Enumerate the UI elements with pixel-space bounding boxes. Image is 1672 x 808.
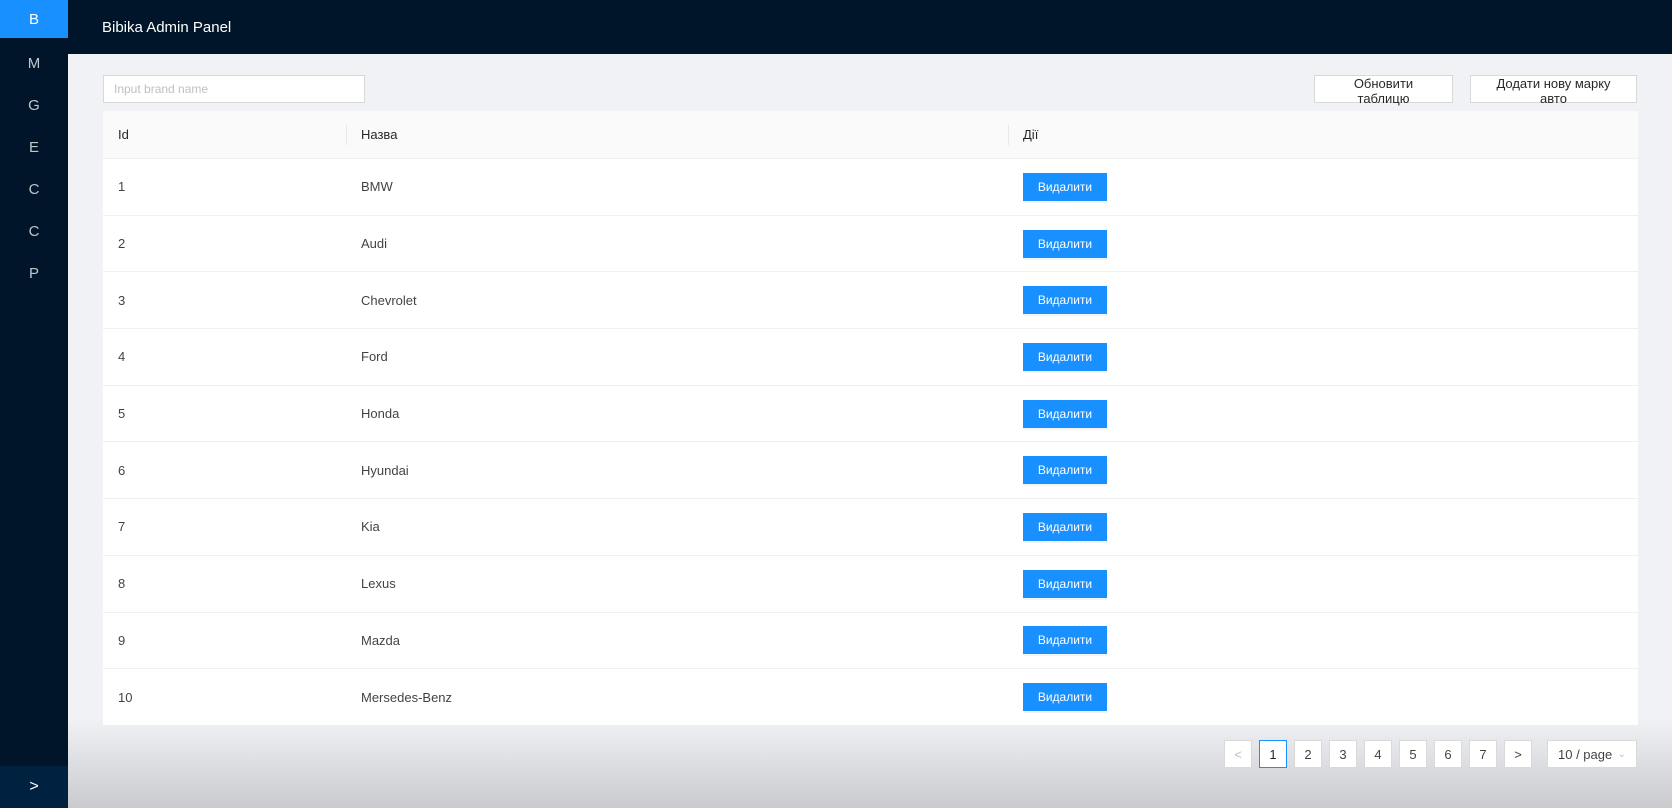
cell-actions: Видалити bbox=[1008, 512, 1638, 541]
sidebar-item-m[interactable]: M bbox=[0, 42, 68, 84]
cell-id: 4 bbox=[118, 349, 126, 365]
sidebar: B M G E C C P > bbox=[0, 0, 68, 808]
cell-id: 10 bbox=[118, 689, 133, 705]
cell-actions: Видалити bbox=[1008, 626, 1638, 655]
delete-button[interactable]: Видалити bbox=[1023, 456, 1107, 485]
delete-button[interactable]: Видалити bbox=[1023, 342, 1107, 371]
sidebar-item-e[interactable]: E bbox=[0, 126, 68, 168]
sidebar-item-c1[interactable]: C bbox=[0, 168, 68, 210]
page-3[interactable]: 3 bbox=[1329, 740, 1357, 768]
delete-button[interactable]: Видалити bbox=[1023, 229, 1107, 258]
cell-id: 2 bbox=[118, 236, 126, 252]
column-header-actions: Дії bbox=[1008, 111, 1638, 158]
cell-actions: Видалити bbox=[1008, 399, 1638, 428]
chevron-down-icon: ⌄ bbox=[1617, 748, 1626, 760]
add-brand-button[interactable]: Додати нову марку авто bbox=[1470, 75, 1637, 106]
cell-name: Hyundai bbox=[361, 462, 409, 478]
sidebar-item-g[interactable]: G bbox=[0, 84, 68, 126]
cell-name: Mazda bbox=[361, 632, 401, 648]
cell-actions: Видалити bbox=[1008, 286, 1638, 315]
sidebar-item-c2[interactable]: C bbox=[0, 210, 68, 252]
table-row: 3 Chevrolet Видалити bbox=[103, 272, 1638, 330]
cell-name: Lexus bbox=[361, 576, 396, 592]
cell-id: 1 bbox=[118, 179, 126, 195]
delete-button[interactable]: Видалити bbox=[1023, 399, 1107, 428]
page-title: Bibika Admin Panel bbox=[102, 18, 232, 36]
cell-id: 8 bbox=[118, 576, 126, 592]
table-row: 7 Kia Видалити bbox=[103, 499, 1638, 556]
delete-button[interactable]: Видалити bbox=[1023, 172, 1107, 201]
table-row: 9 Mazda Видалити bbox=[103, 613, 1638, 670]
page-1[interactable]: 1 bbox=[1259, 740, 1287, 768]
cell-name: Ford bbox=[361, 349, 388, 365]
cell-id: 6 bbox=[118, 462, 126, 478]
app-root: B M G E C C P > Bibika Admin Panel Обнов… bbox=[0, 0, 1672, 808]
cell-actions: Видалити bbox=[1008, 342, 1638, 371]
cell-id: 5 bbox=[118, 406, 126, 422]
table-row: 5 Honda Видалити bbox=[103, 386, 1638, 443]
main-content: Обновити таблицю Додати нову марку авто … bbox=[68, 54, 1672, 808]
cell-actions: Видалити bbox=[1008, 456, 1638, 485]
table-header: Id Назва Дії bbox=[103, 111, 1638, 159]
delete-button[interactable]: Видалити bbox=[1023, 512, 1107, 541]
cell-actions: Видалити bbox=[1008, 172, 1638, 201]
table-row: 4 Ford Видалити bbox=[103, 329, 1638, 386]
next-page-icon[interactable]: > bbox=[1504, 740, 1532, 768]
cell-id: 3 bbox=[118, 292, 126, 308]
cell-name: Chevrolet bbox=[361, 292, 417, 308]
brands-table: Id Назва Дії 1 BMW Видалити 2 Audi Видал… bbox=[103, 111, 1638, 726]
prev-page-icon[interactable]: < bbox=[1224, 740, 1252, 768]
cell-name: BMW bbox=[361, 179, 393, 195]
cell-name: Honda bbox=[361, 406, 400, 422]
sidebar-item-b[interactable]: B bbox=[0, 0, 68, 38]
delete-button[interactable]: Видалити bbox=[1023, 683, 1107, 712]
toolbar: Обновити таблицю Додати нову марку авто bbox=[103, 75, 1637, 106]
cell-actions: Видалити bbox=[1008, 683, 1638, 712]
delete-button[interactable]: Видалити bbox=[1023, 626, 1107, 655]
brand-search-input[interactable] bbox=[103, 75, 365, 103]
column-header-name: Назва bbox=[346, 111, 1008, 158]
pagination: < 1 2 3 4 5 6 7 > 10 / page ⌄ bbox=[1224, 740, 1637, 768]
table-row: 2 Audi Видалити bbox=[103, 216, 1638, 273]
page-6[interactable]: 6 bbox=[1434, 740, 1462, 768]
refresh-table-button[interactable]: Обновити таблицю bbox=[1314, 75, 1453, 106]
cell-name: Audi bbox=[361, 236, 388, 252]
page-2[interactable]: 2 bbox=[1294, 740, 1322, 768]
table-row: 10 Mersedes-Benz Видалити bbox=[103, 669, 1638, 726]
cell-name: Kia bbox=[361, 519, 380, 535]
delete-button[interactable]: Видалити bbox=[1023, 569, 1107, 598]
cell-actions: Видалити bbox=[1008, 229, 1638, 258]
table-row: 8 Lexus Видалити bbox=[103, 556, 1638, 613]
table-row: 6 Hyundai Видалити bbox=[103, 442, 1638, 500]
column-header-id: Id bbox=[118, 127, 129, 142]
header: Bibika Admin Panel bbox=[68, 0, 1672, 54]
page-size-value: 10 / page bbox=[1558, 746, 1613, 762]
cell-name: Mersedes-Benz bbox=[361, 689, 453, 705]
page-7[interactable]: 7 bbox=[1469, 740, 1497, 768]
sidebar-item-p[interactable]: P bbox=[0, 252, 68, 294]
page-size-select[interactable]: 10 / page ⌄ bbox=[1547, 740, 1637, 768]
cell-id: 7 bbox=[118, 519, 126, 535]
page-5[interactable]: 5 bbox=[1399, 740, 1427, 768]
page-4[interactable]: 4 bbox=[1364, 740, 1392, 768]
table-row: 1 BMW Видалити bbox=[103, 159, 1638, 216]
cell-actions: Видалити bbox=[1008, 569, 1638, 598]
delete-button[interactable]: Видалити bbox=[1023, 286, 1107, 315]
cell-id: 9 bbox=[118, 632, 126, 648]
sidebar-expand-icon[interactable]: > bbox=[0, 766, 68, 808]
